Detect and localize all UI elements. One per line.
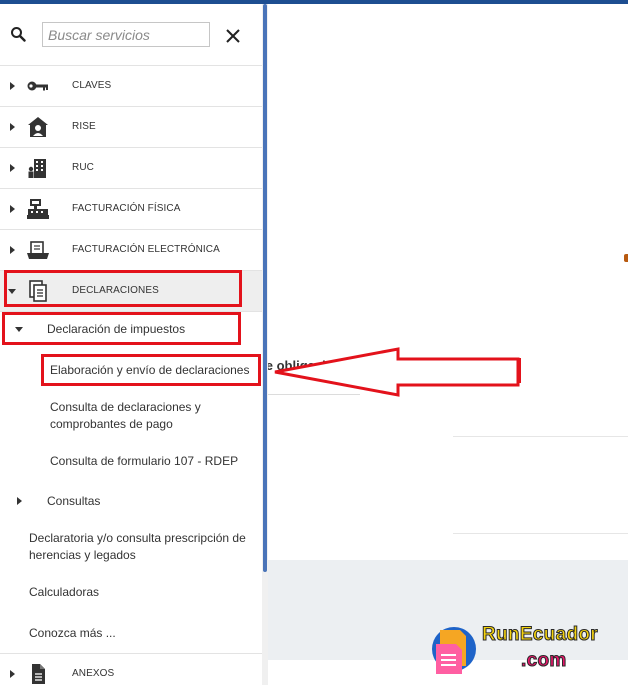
link-consulta-declaraciones[interactable]: Consulta de declaraciones y (50, 399, 201, 416)
sidebar-item-facturacion-fisica[interactable]: FACTURACIÓN FÍSICA (0, 189, 262, 230)
sidebar-item-label: CLAVES (72, 80, 112, 91)
building-icon (28, 159, 46, 178)
caret-right-icon (10, 164, 15, 172)
logo-text-domain: .com (521, 650, 567, 672)
scrollbar-thumb[interactable] (263, 4, 267, 572)
link-declaratoria-prescripcion-line2[interactable]: herencias y legados (29, 547, 136, 564)
red-arrow-annotation (274, 347, 520, 397)
document-copy-icon (29, 280, 47, 302)
file-text-icon (32, 664, 45, 684)
sidebar-scrollbar[interactable] (262, 4, 268, 685)
divider (453, 436, 628, 437)
link-consulta-declaraciones-line2[interactable]: comprobantes de pago (50, 416, 173, 433)
screen: Listado de obligaciones Buscar servicios… (0, 0, 628, 685)
sidebar-item-label: RISE (72, 121, 96, 132)
sidebar-item-claves[interactable]: CLAVES (0, 66, 262, 107)
sidebar-item-rise[interactable]: RISE (0, 107, 262, 148)
sidebar-item-label: RUC (72, 162, 94, 173)
sidebar-item-label: FACTURACIÓN FÍSICA (72, 203, 181, 214)
caret-down-icon (8, 289, 16, 294)
close-icon[interactable] (225, 28, 241, 44)
sidebar-item-declaraciones[interactable]: DECLARACIONES (0, 271, 262, 312)
caret-down-icon (15, 327, 23, 332)
caret-right-icon (17, 497, 22, 505)
key-icon (27, 81, 48, 91)
house-user-icon (28, 117, 48, 137)
search-icon[interactable] (10, 26, 26, 42)
caret-right-icon (10, 246, 15, 254)
link-elaboracion-envio[interactable]: Elaboración y envío de declaraciones (50, 362, 249, 379)
sidebar-group-declaracion-impuestos[interactable]: Declaración de impuestos (47, 321, 185, 338)
sidebar-item-ruc[interactable]: RUC (0, 148, 262, 189)
link-declaratoria-prescripcion[interactable]: Declaratoria y/o consulta prescripción d… (29, 530, 246, 547)
search-row (0, 4, 262, 66)
sidebar-item-label: ANEXOS (72, 668, 115, 679)
laptop-icon (27, 241, 49, 259)
caret-right-icon (10, 670, 15, 678)
divider (453, 533, 628, 534)
caret-right-icon (10, 123, 15, 131)
search-input[interactable] (42, 22, 210, 47)
cash-register-icon (27, 199, 49, 219)
partial-icon (624, 254, 628, 262)
sidebar-item-anexos[interactable]: ANEXOS (0, 653, 262, 685)
sidebar-group-consultas[interactable]: Consultas (47, 493, 100, 510)
sidebar-item-label: FACTURACIÓN ELECTRÓNICA (72, 244, 220, 255)
link-calculadoras[interactable]: Calculadoras (29, 584, 99, 601)
logo-text: RunEcuador (482, 624, 599, 646)
sidebar-item-facturacion-electronica[interactable]: FACTURACIÓN ELECTRÓNICA (0, 230, 262, 271)
caret-right-icon (10, 205, 15, 213)
caret-right-icon (10, 82, 15, 90)
link-conozca-mas[interactable]: Conozca más ... (29, 625, 116, 642)
link-consulta-formulario-107[interactable]: Consulta de formulario 107 - RDEP (50, 453, 238, 470)
sidebar-item-label: DECLARACIONES (72, 285, 159, 296)
sidebar: CLAVES RISE RUC (0, 4, 262, 685)
